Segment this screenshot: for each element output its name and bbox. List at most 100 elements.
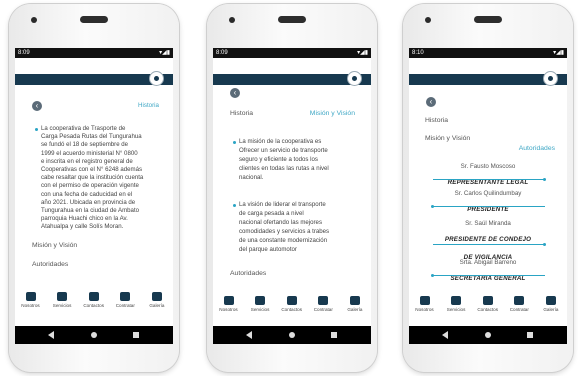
nav-back-icon[interactable] [48, 331, 54, 339]
bus-icon [25, 292, 36, 301]
tab-servicios[interactable]: Servicios [245, 294, 276, 318]
bus-icon [223, 296, 234, 305]
phone-3: 8:10 ▾◢▮ ‹ Historia Misión y Visión Auto… [403, 4, 573, 372]
authority-underline [433, 275, 545, 276]
tab-label: Contactos [281, 307, 303, 312]
mision-vision-link[interactable]: Misión y Visión [425, 135, 470, 143]
paragraph-line: Tungurahua en la ciudad de Ambato [41, 207, 140, 214]
tab-nosotros[interactable]: Nosotros [15, 290, 46, 314]
status-bar: 8:10 ▾◢▮ [409, 48, 567, 58]
bullet-icon [233, 204, 236, 207]
authority-item: Sr. Saúl Miranda PRESIDENTE DE CONDEJO DE … [409, 220, 567, 264]
tab-label: Nosotros [21, 303, 40, 308]
autoridades-link[interactable]: Autoridades [519, 145, 555, 153]
tab-label: Contratar [509, 307, 529, 312]
status-icons: ▾◢▮ [357, 50, 368, 56]
historia-link[interactable]: Historia [425, 117, 448, 125]
authority-name: Srta. Abigail Barreno [459, 259, 517, 266]
bottom-tabs: Nosotros Servicios Contactos Contratar Galer… [213, 294, 371, 318]
authority-dot-icon [431, 274, 434, 277]
authority-dot-icon [431, 205, 434, 208]
nav-back-icon[interactable] [246, 331, 252, 339]
phone-2: 8:09 ▾◢▮ ‹ Historia Misión y Visión La m… [207, 4, 377, 372]
status-icons: ▾◢▮ [159, 50, 170, 56]
authority-underline [433, 206, 545, 207]
paragraph-line: nacional ofertando las mejores [239, 219, 322, 226]
nav-recent-icon[interactable] [331, 332, 337, 338]
back-arrow-icon[interactable]: ‹ [230, 88, 240, 98]
authority-item: Srta. Abigail Barreno SECRETARIA GENERAL [409, 259, 567, 285]
tab-label: Contratar [115, 303, 135, 308]
historia-link[interactable]: Historia [230, 110, 253, 118]
paragraph-line: con el permiso de operación vigente [41, 182, 139, 190]
nav-recent-icon[interactable] [133, 332, 139, 338]
tab-label: Contactos [83, 303, 105, 308]
tab-contratar[interactable]: Contratar [308, 294, 339, 318]
tab-galera[interactable]: Galería [535, 294, 566, 318]
paragraph-line: nacional. [239, 174, 264, 181]
tab-contactos[interactable]: Contactos [276, 294, 307, 318]
bus-icon [419, 296, 430, 305]
tab-label: Contactos [477, 307, 499, 312]
status-icons: ▾◢▮ [553, 50, 564, 56]
tab-nosotros[interactable]: Nosotros [409, 294, 440, 318]
building-icon [514, 296, 525, 305]
autoridades-link[interactable]: Autoridades [230, 270, 266, 278]
paragraph-line: año 2021. Ubicada en provincia de [41, 198, 136, 206]
screen-autoridades: 8:10 ▾◢▮ ‹ Historia Misión y Visión Auto… [409, 48, 567, 344]
paragraph-line: Cooperativas con el N° 6248 además [41, 166, 143, 173]
authority-dot-icon [543, 242, 546, 246]
tab-servicios[interactable]: Servicios [441, 294, 472, 318]
phone-1: 8:09 ▾◢▮ ‹ Historia La cooperativa de Tr… [9, 4, 179, 372]
paragraph-line: con una fecha de caducidad en el [41, 190, 133, 198]
tab-label: Galería [149, 303, 165, 308]
cooperative-logo-icon [543, 71, 558, 86]
nav-home-icon[interactable] [289, 332, 295, 338]
authority-underline [433, 179, 545, 180]
nav-back-icon[interactable] [442, 331, 448, 339]
nav-home-icon[interactable] [485, 332, 491, 338]
authority-item: Sr. Fausto Moscoso REPRESENTANTE LEGAL [409, 163, 567, 189]
mision-vision-link[interactable]: Misión y Visión [310, 110, 355, 118]
earpiece-speaker [474, 16, 502, 23]
paragraph-line: de carga pesada a nivel [239, 210, 304, 217]
authority-dot-icon [543, 178, 546, 181]
app-header [409, 71, 567, 86]
back-arrow-icon[interactable]: ‹ [32, 101, 42, 111]
bullet-icon [233, 141, 236, 144]
authority-underline [433, 243, 545, 245]
tab-galera[interactable]: Galería [339, 294, 370, 318]
authority-name: Sr. Saúl Miranda [465, 220, 511, 227]
tab-contratar[interactable]: Contratar [504, 294, 535, 318]
camera-icon [545, 296, 556, 305]
front-camera [31, 17, 37, 23]
tab-label: Contratar [313, 307, 333, 312]
tab-servicios[interactable]: Servicios [47, 290, 78, 314]
phone-icon [286, 296, 297, 305]
tab-label: Servicios [250, 307, 270, 312]
mision-vision-link[interactable]: Misión y Visión [32, 242, 77, 250]
tab-contactos[interactable]: Contactos [472, 294, 503, 318]
authority-role: PRESIDENTE DE CONDEJO [444, 235, 532, 243]
tab-contactos[interactable]: Contactos [78, 290, 109, 314]
nav-recent-icon[interactable] [527, 332, 533, 338]
tab-contratar[interactable]: Contratar [110, 290, 141, 314]
status-time: 8:10 [412, 50, 424, 56]
nav-home-icon[interactable] [91, 332, 97, 338]
paragraph-line: cabe resaltar que la institución cuenta [41, 174, 144, 182]
android-nav-bar [15, 326, 173, 344]
earpiece-speaker [80, 16, 108, 23]
historia-link[interactable]: Historia [138, 102, 159, 110]
camera-icon [151, 292, 162, 301]
tab-label: Servicios [52, 303, 72, 308]
back-arrow-icon[interactable]: ‹ [426, 97, 436, 107]
autoridades-link[interactable]: Autoridades [32, 261, 68, 269]
tab-galera[interactable]: Galería [141, 290, 172, 314]
front-camera [229, 17, 235, 23]
android-nav-bar [409, 326, 567, 344]
status-time: 8:09 [216, 50, 228, 56]
app-header [15, 71, 173, 86]
cooperative-logo-icon [347, 71, 362, 86]
paragraph-line: de una constante modernización [239, 237, 328, 244]
tab-nosotros[interactable]: Nosotros [213, 294, 244, 318]
